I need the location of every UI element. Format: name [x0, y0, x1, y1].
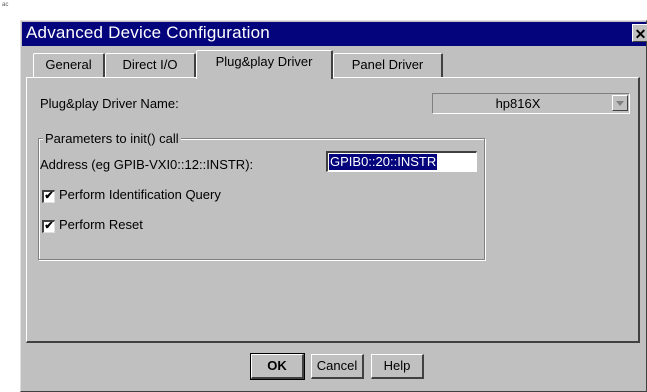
tab-plugplay-driver[interactable]: Plug&play Driver: [196, 50, 333, 79]
identification-query-label: Perform Identification Query: [59, 187, 221, 202]
driver-name-label: Plug&play Driver Name:: [40, 96, 179, 111]
address-input[interactable]: GPIB0::20::INSTR: [326, 151, 477, 172]
tab-panel-driver[interactable]: Panel Driver: [333, 53, 443, 77]
driver-name-dropdown[interactable]: hp816X: [432, 93, 630, 114]
checkmark-icon: ✔: [44, 220, 54, 232]
driver-name-value: hp816X: [495, 96, 541, 111]
tab-general[interactable]: General: [33, 53, 105, 77]
chevron-down-icon[interactable]: [612, 95, 628, 111]
tab-direct-io[interactable]: Direct I/O: [105, 53, 196, 77]
advanced-device-configuration-dialog: Advanced Device Configuration ✕ General …: [20, 20, 647, 392]
perform-reset-checkbox[interactable]: ✔: [42, 220, 55, 233]
init-parameters-legend: Parameters to init() call: [43, 131, 181, 146]
identification-query-checkbox[interactable]: ✔: [42, 190, 55, 203]
cancel-button[interactable]: Cancel: [311, 354, 364, 379]
title-bar[interactable]: Advanced Device Configuration ✕: [22, 22, 647, 46]
ok-button[interactable]: OK: [250, 353, 305, 380]
address-value: GPIB0::20::INSTR: [329, 154, 438, 170]
address-label: Address (eg GPIB-VXI0::12::INSTR):: [40, 157, 254, 172]
checkmark-icon: ✔: [44, 190, 54, 202]
close-icon[interactable]: ✕: [632, 24, 647, 42]
corner-mark: ac: [2, 2, 9, 8]
help-button[interactable]: Help: [371, 354, 424, 379]
window-title: Advanced Device Configuration: [26, 23, 270, 42]
perform-reset-label: Perform Reset: [59, 217, 143, 232]
